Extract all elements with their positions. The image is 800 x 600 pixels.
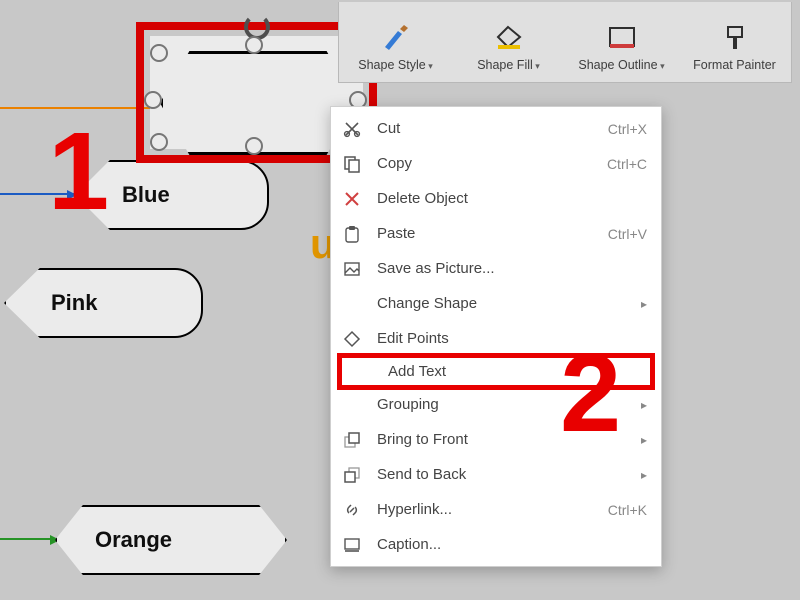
menu-paste[interactable]: Paste Ctrl+V <box>331 216 661 251</box>
annotation-step-2: 2 <box>560 330 621 457</box>
menu-delete-object[interactable]: Delete Object <box>331 181 661 216</box>
menu-caption[interactable]: Caption... <box>331 527 661 562</box>
connector-arrow <box>0 538 58 540</box>
menu-change-shape[interactable]: Change Shape <box>331 286 661 321</box>
format-painter-button[interactable]: Format Painter <box>678 2 791 82</box>
shape-label: Pink <box>51 290 97 316</box>
resize-handle[interactable] <box>245 36 263 54</box>
shortcut-text: Ctrl+V <box>608 226 647 242</box>
scissors-icon <box>341 118 363 140</box>
format-painter-label: Format Painter <box>693 58 776 72</box>
shortcut-text: Ctrl+X <box>608 121 647 137</box>
flow-shape-orange[interactable]: Orange <box>55 505 287 575</box>
outline-icon <box>604 24 640 52</box>
flow-shape-pink[interactable]: Pink <box>4 268 203 338</box>
paste-icon <box>341 223 363 245</box>
annotation-step-1: 1 <box>48 108 109 235</box>
shape-style-button[interactable]: Shape Style <box>339 2 452 82</box>
shape-fill-label: Shape Fill <box>477 58 540 72</box>
brush-icon <box>378 24 414 52</box>
bring-front-icon <box>341 429 363 451</box>
shortcut-text: Ctrl+K <box>608 502 647 518</box>
delete-icon <box>341 188 363 210</box>
shape-toolbar: Shape Style Shape Fill Shape Outline <box>338 2 792 83</box>
bucket-icon <box>491 24 527 52</box>
shape-outline-button[interactable]: Shape Outline <box>565 2 678 82</box>
menu-cut[interactable]: Cut Ctrl+X <box>331 111 661 146</box>
shortcut-text: Ctrl+C <box>607 156 647 172</box>
shape-fill-button[interactable]: Shape Fill <box>452 2 565 82</box>
caption-icon <box>341 534 363 556</box>
image-icon <box>341 258 363 280</box>
link-icon <box>341 499 363 521</box>
edit-points-icon <box>341 328 363 350</box>
shape-label: Blue <box>122 182 170 208</box>
shape-outline-label: Shape Outline <box>578 58 664 72</box>
format-painter-icon <box>717 24 753 52</box>
shape-label: Orange <box>95 527 172 553</box>
copy-icon <box>341 153 363 175</box>
menu-send-to-back[interactable]: Send to Back <box>331 457 661 492</box>
menu-copy[interactable]: Copy Ctrl+C <box>331 146 661 181</box>
menu-hyperlink[interactable]: Hyperlink... Ctrl+K <box>331 492 661 527</box>
resize-handle[interactable] <box>150 133 168 151</box>
resize-handle[interactable] <box>150 44 168 62</box>
resize-handle[interactable] <box>144 91 162 109</box>
shape-style-label: Shape Style <box>358 58 432 72</box>
resize-handle[interactable] <box>245 137 263 155</box>
menu-save-as-picture[interactable]: Save as Picture... <box>331 251 661 286</box>
send-back-icon <box>341 464 363 486</box>
